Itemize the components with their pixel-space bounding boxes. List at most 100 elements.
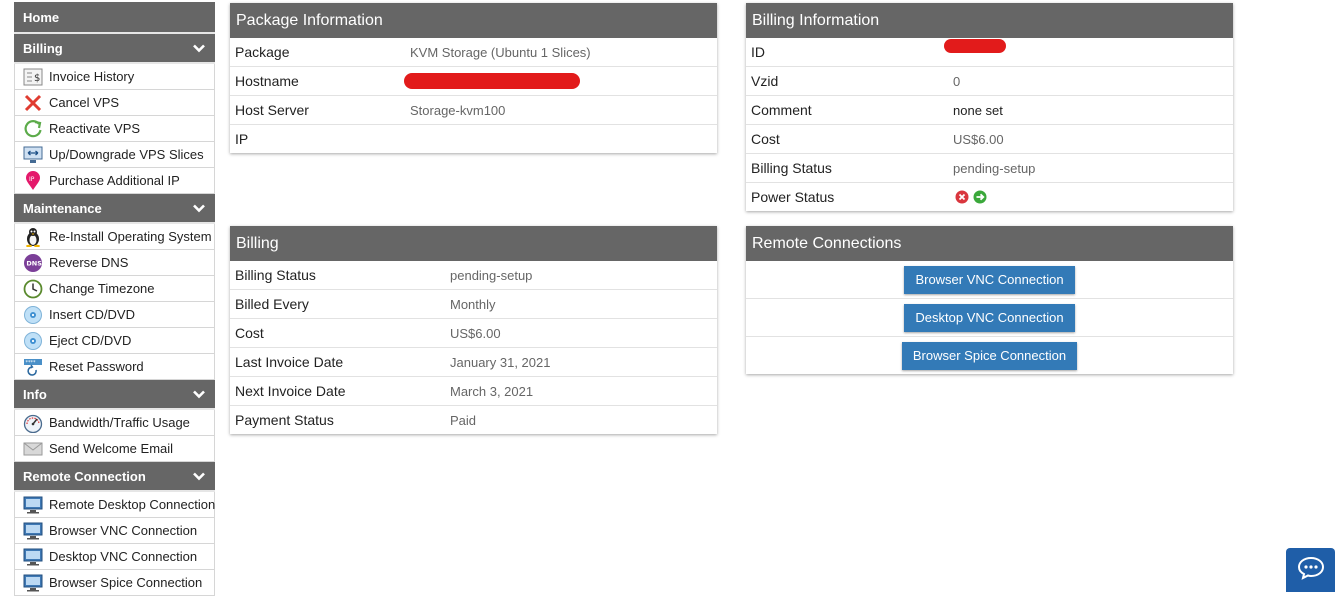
sidebar-item-send-welcome-email[interactable]: Send Welcome Email bbox=[14, 436, 215, 462]
table-row: Billing Status pending-setup bbox=[746, 154, 1233, 183]
table-row: Power Status bbox=[746, 183, 1233, 211]
sidebar-item-browser-vnc[interactable]: Browser VNC Connection bbox=[14, 518, 215, 544]
row-label: Vzid bbox=[751, 73, 779, 89]
invoice-icon: $ bbox=[23, 67, 43, 87]
sidebar-item-eject-cd[interactable]: Eject CD/DVD bbox=[14, 328, 215, 354]
row-label: IP bbox=[235, 131, 249, 147]
sidebar-item-insert-cd[interactable]: Insert CD/DVD bbox=[14, 302, 215, 328]
button-row: Desktop VNC Connection bbox=[746, 299, 1233, 337]
row-value: KVM Storage (Ubuntu 1 Slices) bbox=[410, 44, 591, 60]
billing-information-panel: Billing Information ID Vzid 0 Comment no… bbox=[746, 3, 1233, 211]
svg-text:$: $ bbox=[34, 73, 40, 84]
sidebar-item-label: Purchase Additional IP bbox=[49, 173, 180, 188]
sidebar-item-label: Remote Desktop Connection bbox=[49, 497, 216, 512]
row-value: Monthly bbox=[450, 296, 496, 312]
chevron-down-icon bbox=[192, 387, 206, 401]
row-label: Next Invoice Date bbox=[235, 383, 346, 399]
sidebar-item-label: Browser Spice Connection bbox=[49, 575, 203, 590]
billing-panel: Billing Billing Status pending-setup Bil… bbox=[230, 226, 717, 434]
sidebar-item-invoice-history[interactable]: $ Invoice History bbox=[14, 64, 215, 90]
row-label: Billed Every bbox=[235, 296, 309, 312]
sidebar-item-label: Reactivate VPS bbox=[49, 121, 141, 136]
row-value: March 3, 2021 bbox=[450, 383, 534, 399]
package-information-panel: Package Information Package KVM Storage … bbox=[230, 3, 717, 153]
table-row: Next Invoice Date March 3, 2021 bbox=[230, 377, 717, 406]
panel-title: Remote Connections bbox=[746, 226, 1233, 261]
chevron-down-icon bbox=[192, 469, 206, 483]
sidebar-item-reinstall-os[interactable]: Re-Install Operating System bbox=[14, 224, 215, 250]
sidebar-item-change-timezone[interactable]: Change Timezone bbox=[14, 276, 215, 302]
browser-vnc-button[interactable]: Browser VNC Connection bbox=[904, 265, 1075, 294]
sidebar-item-reactivate-vps[interactable]: Reactivate VPS bbox=[14, 116, 215, 142]
button-row: Browser Spice Connection bbox=[746, 337, 1233, 374]
sidebar-item-label: Reset Password bbox=[49, 359, 144, 374]
browser-spice-button[interactable]: Browser Spice Connection bbox=[901, 341, 1078, 370]
row-value: pending-setup bbox=[450, 267, 533, 283]
sidebar-home[interactable]: Home bbox=[14, 2, 215, 34]
hostname-redaction bbox=[404, 73, 580, 89]
sidebar-section-billing[interactable]: Billing bbox=[14, 34, 215, 64]
sidebar-item-browser-spice[interactable]: Browser Spice Connection bbox=[14, 570, 215, 596]
id-redaction bbox=[944, 39, 1006, 53]
sidebar-item-label: Bandwidth/Traffic Usage bbox=[49, 415, 190, 430]
section-title: Billing bbox=[23, 40, 63, 56]
sidebar-item-bandwidth[interactable]: Bandwidth/Traffic Usage bbox=[14, 410, 215, 436]
panel-title: Billing bbox=[230, 226, 717, 261]
reactivate-icon bbox=[23, 119, 43, 139]
sidebar-section-remote-connection[interactable]: Remote Connection bbox=[14, 462, 215, 492]
sidebar-item-label: Change Timezone bbox=[49, 281, 155, 296]
sidebar-item-remote-desktop[interactable]: Remote Desktop Connection bbox=[14, 492, 215, 518]
sidebar-item-reverse-dns[interactable]: DNS Reverse DNS bbox=[14, 250, 215, 276]
monitor-icon bbox=[23, 521, 43, 541]
panel-title: Billing Information bbox=[746, 3, 1233, 38]
linux-penguin-icon bbox=[23, 227, 43, 247]
svg-text:DNS: DNS bbox=[26, 259, 42, 267]
row-value: US$6.00 bbox=[953, 131, 1004, 147]
sidebar-item-reset-password[interactable]: **** Reset Password bbox=[14, 354, 215, 380]
row-label: Power Status bbox=[751, 189, 835, 205]
sidebar-item-label: Up/Downgrade VPS Slices bbox=[49, 147, 204, 162]
resize-slices-icon bbox=[23, 145, 43, 165]
row-label: Hostname bbox=[235, 73, 299, 89]
table-row: Billed Every Monthly bbox=[230, 290, 717, 319]
row-value: January 31, 2021 bbox=[450, 354, 551, 370]
sidebar-section-info[interactable]: Info bbox=[14, 380, 215, 410]
ip-pin-icon: IP bbox=[23, 170, 43, 191]
monitor-icon bbox=[23, 547, 43, 567]
row-label: Package bbox=[235, 44, 290, 60]
sidebar-item-label: Eject CD/DVD bbox=[49, 333, 132, 348]
power-off-icon[interactable] bbox=[955, 190, 969, 207]
envelope-icon bbox=[23, 439, 43, 459]
table-row: Last Invoice Date January 31, 2021 bbox=[230, 348, 717, 377]
panel-title: Package Information bbox=[230, 3, 717, 38]
dns-icon: DNS bbox=[23, 253, 43, 273]
chevron-down-icon bbox=[192, 201, 206, 215]
sidebar-item-up-downgrade[interactable]: Up/Downgrade VPS Slices bbox=[14, 142, 215, 168]
section-title: Info bbox=[23, 386, 47, 402]
table-row: Billing Status pending-setup bbox=[230, 261, 717, 290]
table-row: Payment Status Paid bbox=[230, 406, 717, 434]
sidebar-item-label: Reverse DNS bbox=[49, 255, 129, 270]
sidebar-item-cancel-vps[interactable]: Cancel VPS bbox=[14, 90, 215, 116]
row-value: none set bbox=[953, 102, 1003, 118]
sidebar-item-label: Invoice History bbox=[49, 69, 135, 84]
sidebar-item-desktop-vnc[interactable]: Desktop VNC Connection bbox=[14, 544, 215, 570]
section-title: Maintenance bbox=[23, 200, 102, 216]
svg-text:****: **** bbox=[26, 360, 37, 366]
row-label: Payment Status bbox=[235, 412, 334, 428]
clock-icon bbox=[23, 279, 43, 299]
power-on-icon[interactable] bbox=[973, 190, 987, 207]
sidebar-item-purchase-ip[interactable]: IP Purchase Additional IP bbox=[14, 168, 215, 194]
row-label: Billing Status bbox=[751, 160, 832, 176]
sidebar-item-label: Desktop VNC Connection bbox=[49, 549, 198, 564]
sidebar-section-maintenance[interactable]: Maintenance bbox=[14, 194, 215, 224]
password-icon: **** bbox=[23, 357, 43, 377]
table-row: Cost US$6.00 bbox=[230, 319, 717, 348]
home-label: Home bbox=[23, 9, 60, 25]
row-value: Storage-kvm100 bbox=[410, 102, 506, 118]
table-row: Comment none set bbox=[746, 96, 1233, 125]
sidebar-item-label: Re-Install Operating System bbox=[49, 229, 212, 244]
desktop-vnc-button[interactable]: Desktop VNC Connection bbox=[904, 303, 1075, 332]
row-label: Last Invoice Date bbox=[235, 354, 344, 370]
chat-widget-button[interactable] bbox=[1286, 548, 1335, 592]
